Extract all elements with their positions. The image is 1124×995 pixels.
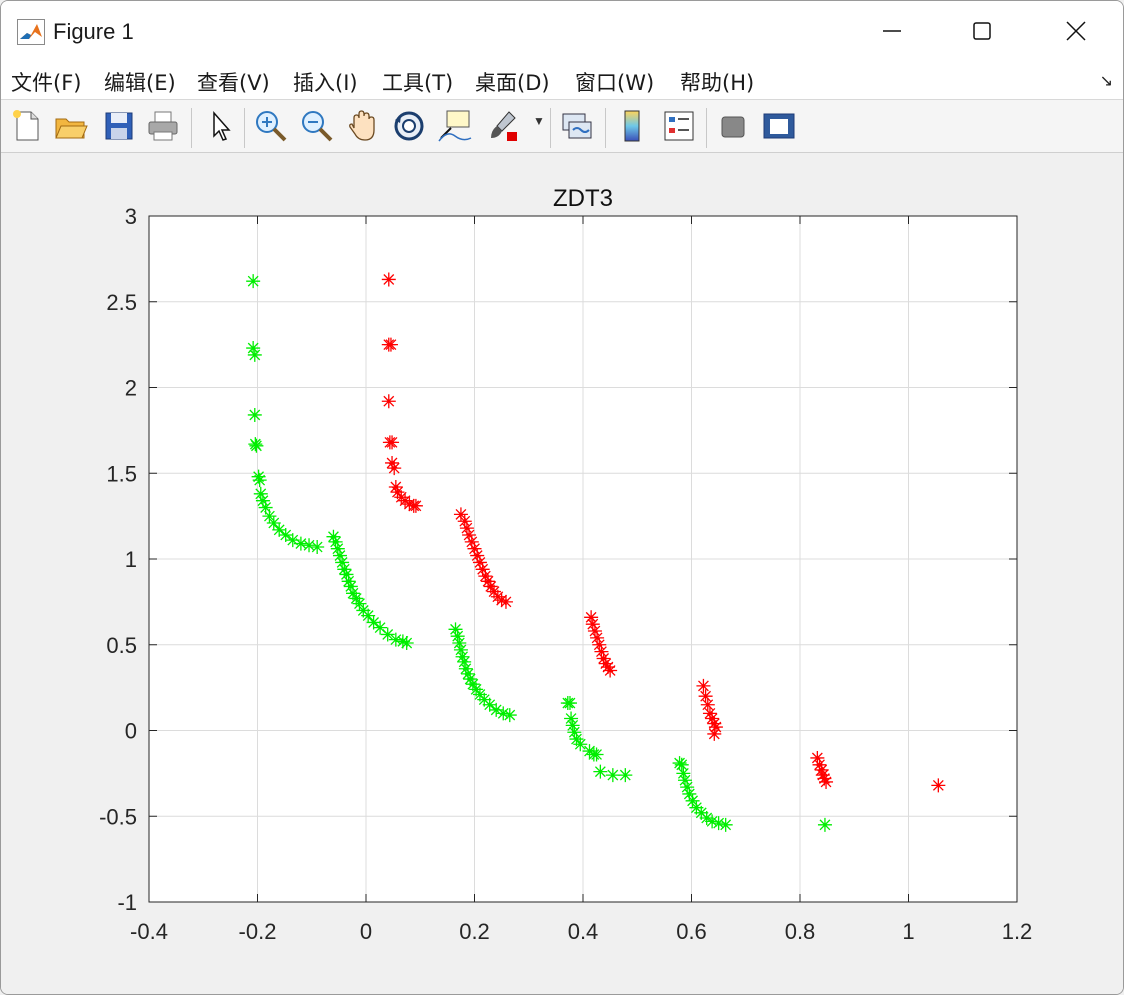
menu-window[interactable]: 窗口(W) — [575, 67, 654, 97]
green-asterisk-marker — [249, 438, 264, 453]
close-button[interactable] — [1053, 9, 1099, 53]
y-tick-label: 2.5 — [106, 290, 137, 315]
green-asterisk-marker — [573, 737, 588, 752]
red-asterisk-marker — [931, 778, 946, 793]
red-asterisk-marker — [387, 461, 402, 476]
figure-window: Figure 1 文件(F) 编辑(E) 查看(V) 插入(I) 工具(T) 桌… — [0, 0, 1124, 995]
window-title: Figure 1 — [53, 19, 134, 44]
brush-icon[interactable] — [485, 108, 521, 144]
menu-file[interactable]: 文件(F) — [11, 67, 81, 97]
menu-tools[interactable]: 工具(T) — [382, 67, 453, 97]
red-asterisk-marker — [700, 697, 715, 712]
green-asterisk-marker — [718, 817, 733, 832]
green-asterisk-marker — [252, 473, 267, 488]
open-file-icon[interactable] — [53, 108, 89, 144]
legend-icon[interactable] — [661, 108, 697, 144]
green-asterisk-marker — [247, 347, 262, 362]
red-asterisk-marker — [381, 272, 396, 287]
maximize-icon — [973, 22, 991, 40]
close-icon — [1066, 21, 1086, 41]
x-tick-label: -0.2 — [239, 919, 277, 944]
data-cursor-icon[interactable] — [437, 108, 473, 144]
red-asterisk-marker — [707, 726, 722, 741]
green-asterisk-marker — [246, 274, 261, 289]
pan-hand-icon[interactable] — [345, 108, 381, 144]
edit-plot-arrow-icon[interactable] — [203, 108, 239, 144]
minimize-icon — [883, 30, 901, 32]
link-plot-icon[interactable] — [559, 108, 595, 144]
maximize-button[interactable] — [959, 9, 1005, 53]
scatter-chart[interactable]: -0.4 -0.2 0 0.2 0.4 0.6 0.8 1 1.2 -1 -0.5 0 0.5 1 1.5… — [1, 153, 1123, 994]
red-asterisk-marker — [819, 774, 834, 789]
x-tick-label: 0.8 — [785, 919, 816, 944]
menu-help[interactable]: 帮助(H) — [680, 67, 754, 97]
y-tick-label: -0.5 — [99, 804, 137, 829]
green-asterisk-marker — [618, 768, 633, 783]
menu-desktop[interactable]: 桌面(D) — [475, 67, 550, 97]
y-tick-label: 1.5 — [106, 461, 137, 486]
save-icon[interactable] — [101, 108, 137, 144]
x-tick-label: -0.4 — [130, 919, 168, 944]
hide-plot-tools-icon[interactable] — [715, 108, 751, 144]
green-asterisk-marker — [605, 768, 620, 783]
minimize-button[interactable] — [869, 9, 915, 53]
red-asterisk-marker — [498, 594, 513, 609]
plot-area: -0.4 -0.2 0 0.2 0.4 0.6 0.8 1 1.2 -1 -0.5 0 0.5 1 1.5… — [1, 153, 1123, 994]
red-asterisk-marker — [381, 394, 396, 409]
toolbar-separator — [706, 108, 707, 148]
rotate-3d-icon[interactable] — [391, 108, 427, 144]
green-asterisk-marker — [399, 636, 414, 651]
x-tick-label: 1.2 — [1002, 919, 1033, 944]
y-tick-label: 0.5 — [106, 633, 137, 658]
brush-dropdown-arrow-icon[interactable]: ▼ — [533, 114, 545, 128]
y-tick-label: 3 — [125, 204, 137, 229]
green-asterisk-marker — [502, 708, 517, 723]
red-asterisk-marker — [603, 663, 618, 678]
x-tick-label: 0 — [360, 919, 372, 944]
red-asterisk-marker — [698, 689, 713, 704]
title-bar: Figure 1 — [1, 1, 1123, 63]
zoom-out-icon[interactable] — [299, 108, 335, 144]
menu-view[interactable]: 查看(V) — [197, 67, 270, 97]
toolbar-separator — [605, 108, 606, 148]
x-tick-label: 1 — [902, 919, 914, 944]
figure-toolbar: ▼ — [1, 100, 1123, 153]
red-asterisk-marker — [385, 435, 400, 450]
green-asterisk-marker — [589, 747, 604, 762]
colorbar-icon[interactable] — [615, 108, 651, 144]
x-tick-label: 0.6 — [676, 919, 707, 944]
green-asterisk-marker — [310, 539, 325, 554]
green-asterisk-marker — [817, 817, 832, 832]
green-asterisk-marker — [247, 407, 262, 422]
x-tick-label: 0.2 — [459, 919, 490, 944]
menu-edit[interactable]: 编辑(E) — [104, 67, 176, 97]
toolbar-separator — [550, 108, 551, 148]
show-plot-tools-icon[interactable] — [761, 108, 797, 144]
y-tick-label: 0 — [125, 719, 137, 744]
menu-insert[interactable]: 插入(I) — [293, 67, 358, 97]
y-tick-label: -1 — [117, 890, 137, 915]
red-asterisk-marker — [383, 337, 398, 352]
print-icon[interactable] — [145, 108, 181, 144]
x-tick-label: 0.4 — [568, 919, 599, 944]
green-asterisk-marker — [593, 764, 608, 779]
toolbar-separator — [191, 108, 192, 148]
green-asterisk-marker — [562, 696, 577, 711]
red-asterisk-marker — [696, 678, 711, 693]
y-tick-label: 2 — [125, 376, 137, 401]
menu-bar: 文件(F) 编辑(E) 查看(V) 插入(I) 工具(T) 桌面(D) 窗口(W… — [1, 63, 1123, 100]
new-figure-icon[interactable] — [9, 108, 45, 144]
zoom-in-icon[interactable] — [253, 108, 289, 144]
toolbar-separator — [244, 108, 245, 148]
y-tick-label: 1 — [125, 547, 137, 572]
red-asterisk-marker — [408, 498, 423, 513]
chart-title: ZDT3 — [553, 185, 613, 212]
matlab-icon — [17, 19, 45, 45]
dock-arrow-icon[interactable]: ↘ — [1100, 71, 1113, 91]
